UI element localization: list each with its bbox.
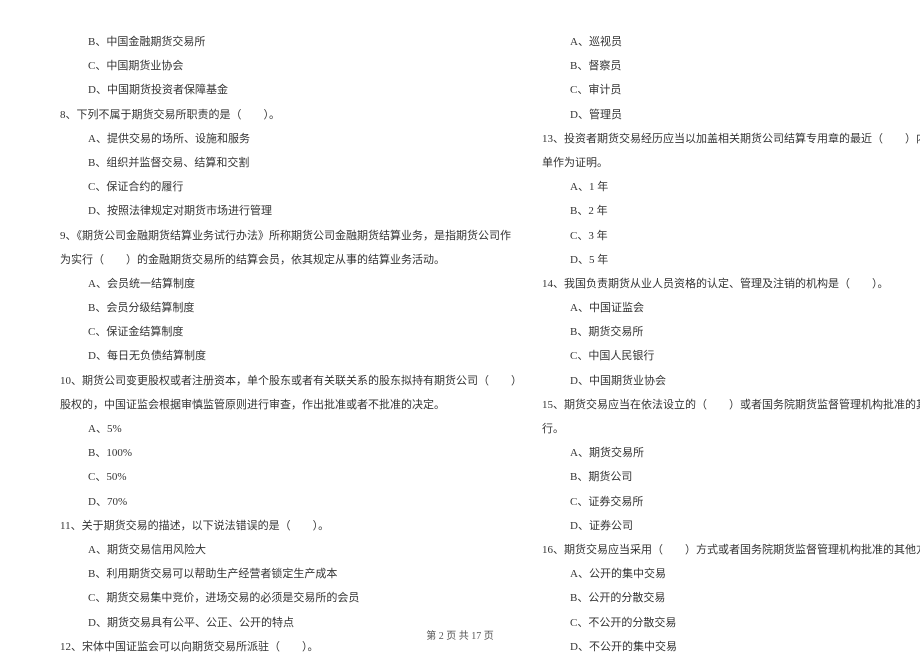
text-line: C、证券交易所 — [542, 490, 920, 514]
text-line: C、3 年 — [542, 224, 920, 248]
text-line: C、中国人民银行 — [542, 344, 920, 368]
text-line: A、公开的集中交易 — [542, 562, 920, 586]
text-line: A、1 年 — [542, 175, 920, 199]
text-line: 10、期货公司变更股权或者注册资本，单个股东或者有关联关系的股东拟持有期货公司（… — [60, 369, 522, 393]
text-line: 单作为证明。 — [542, 151, 920, 175]
text-line: 15、期货交易应当在依法设立的（ ）或者国务院期货监督管理机构批准的其他交易场所… — [542, 393, 920, 417]
text-line: B、会员分级结算制度 — [60, 296, 522, 320]
text-line: B、中国金融期货交易所 — [60, 30, 522, 54]
text-line: D、中国期货投资者保障基金 — [60, 78, 522, 102]
text-line: B、组织并监督交易、结算和交割 — [60, 151, 522, 175]
text-line: C、保证金结算制度 — [60, 320, 522, 344]
text-line: D、管理员 — [542, 103, 920, 127]
text-line: D、证券公司 — [542, 514, 920, 538]
text-line: B、100% — [60, 441, 522, 465]
text-line: D、5 年 — [542, 248, 920, 272]
text-line: 14、我国负责期货从业人员资格的认定、管理及注销的机构是（ ）。 — [542, 272, 920, 296]
text-line: D、70% — [60, 490, 522, 514]
text-line: A、提供交易的场所、设施和服务 — [60, 127, 522, 151]
text-line: 11、关于期货交易的描述，以下说法错误的是（ ）。 — [60, 514, 522, 538]
page-footer: 第 2 页 共 17 页 — [0, 627, 920, 642]
left-column: B、中国金融期货交易所C、中国期货业协会D、中国期货投资者保障基金8、下列不属于… — [50, 30, 532, 590]
text-line: B、2 年 — [542, 199, 920, 223]
text-line: C、期货交易集中竞价，进场交易的必须是交易所的会员 — [60, 586, 522, 610]
text-line: B、公开的分散交易 — [542, 586, 920, 610]
text-line: C、审计员 — [542, 78, 920, 102]
page-content: B、中国金融期货交易所C、中国期货业协会D、中国期货投资者保障基金8、下列不属于… — [0, 0, 920, 620]
text-line: 9、《期货公司金融期货结算业务试行办法》所称期货公司金融期货结算业务，是指期货公… — [60, 224, 522, 248]
text-line: D、中国期货业协会 — [542, 369, 920, 393]
text-line: C、50% — [60, 465, 522, 489]
text-line: B、期货公司 — [542, 465, 920, 489]
text-line: 13、投资者期货交易经历应当以加盖相关期货公司结算专用章的最近（ ）内期货交易结… — [542, 127, 920, 151]
text-line: A、5% — [60, 417, 522, 441]
right-column: A、巡视员B、督察员C、审计员D、管理员13、投资者期货交易经历应当以加盖相关期… — [532, 30, 920, 590]
text-line: 8、下列不属于期货交易所职责的是（ ）。 — [60, 103, 522, 127]
text-line: B、督察员 — [542, 54, 920, 78]
text-line: B、利用期货交易可以帮助生产经营者锁定生产成本 — [60, 562, 522, 586]
text-line: B、期货交易所 — [542, 320, 920, 344]
text-line: A、期货交易信用风险大 — [60, 538, 522, 562]
text-line: A、巡视员 — [542, 30, 920, 54]
text-line: C、保证合约的履行 — [60, 175, 522, 199]
text-line: A、会员统一结算制度 — [60, 272, 522, 296]
text-line: C、中国期货业协会 — [60, 54, 522, 78]
text-line: A、期货交易所 — [542, 441, 920, 465]
text-line: A、中国证监会 — [542, 296, 920, 320]
text-line: D、按照法律规定对期货市场进行管理 — [60, 199, 522, 223]
text-line: 16、期货交易应当采用（ ）方式或者国务院期货监督管理机构批准的其他方式。 — [542, 538, 920, 562]
text-line: 行。 — [542, 417, 920, 441]
text-line: 股权的，中国证监会根据审慎监管原则进行审查，作出批准或者不批准的决定。 — [60, 393, 522, 417]
text-line: 为实行（ ）的金融期货交易所的结算会员，依其规定从事的结算业务活动。 — [60, 248, 522, 272]
text-line: D、每日无负债结算制度 — [60, 344, 522, 368]
